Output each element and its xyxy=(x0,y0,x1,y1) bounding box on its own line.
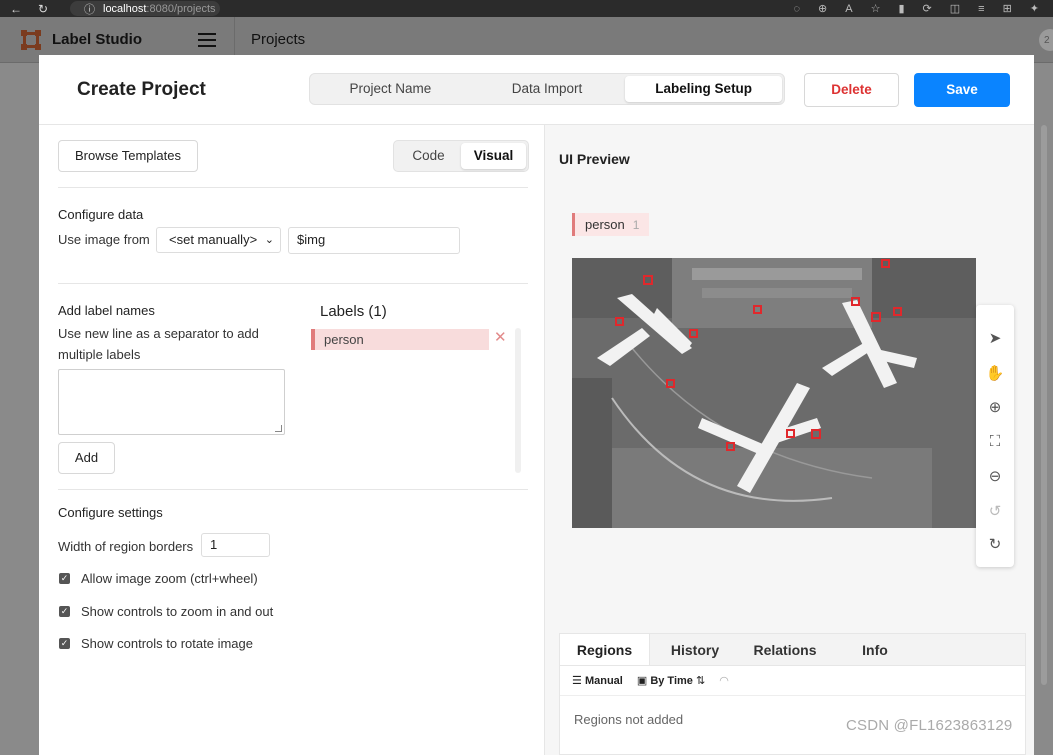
divider xyxy=(58,489,528,490)
pointer-icon[interactable]: ➤ xyxy=(976,329,1014,347)
labels-scrollbar[interactable] xyxy=(515,328,521,473)
logo-icon xyxy=(21,29,41,50)
chevron-down-icon: ⌄ xyxy=(264,234,274,246)
step-labeling-setup[interactable]: Labeling Setup xyxy=(625,76,783,102)
fit-icon[interactable]: ⛶ xyxy=(976,433,1014,450)
tab-history[interactable]: History xyxy=(650,634,740,665)
zoom-option-label: Allow image zoom (ctrl+wheel) xyxy=(81,571,258,586)
step-switcher: Project Name Data Import Labeling Setup xyxy=(309,73,785,105)
modal-header: Create Project Project Name Data Import … xyxy=(39,55,1034,125)
calendar-icon: ▣ xyxy=(636,675,648,687)
labels-title: Labels (1) xyxy=(320,303,387,320)
menu-icon[interactable] xyxy=(198,32,216,47)
zoom-icon[interactable]: ⊕ xyxy=(818,2,827,15)
sort-by-time[interactable]: ▣ By Time ⇅ xyxy=(637,674,705,687)
url-host: localhost xyxy=(103,2,147,15)
rotate-controls-label: Show controls to rotate image xyxy=(81,636,253,651)
refresh-icon[interactable]: ↻ xyxy=(38,2,48,16)
use-image-from-label: Use image from xyxy=(58,232,150,247)
source-select[interactable]: <set manually> ⌄ xyxy=(156,227,281,253)
browse-templates-button[interactable]: Browse Templates xyxy=(58,140,198,172)
create-project-modal: Create Project Project Name Data Import … xyxy=(39,55,1034,755)
save-button[interactable]: Save xyxy=(914,73,1010,107)
border-width-input[interactable]: 1 xyxy=(201,533,270,557)
modal-title: Create Project xyxy=(77,79,206,100)
browser-toolbar: ← ↻ ⓘ localhost:8080/projects ◌ ⊕ A ☆ ▮ … xyxy=(0,0,1053,17)
hand-icon[interactable]: ✋ xyxy=(976,364,1014,382)
configure-settings-title: Configure settings xyxy=(58,505,163,520)
mode-code[interactable]: Code xyxy=(396,143,461,169)
visibility-icon[interactable]: ◠ xyxy=(719,674,729,687)
sort-manual[interactable]: ☰ Manual xyxy=(572,674,623,687)
mode-visual[interactable]: Visual xyxy=(461,143,526,169)
side-tabs: Regions History Relations Info xyxy=(560,634,1025,666)
config-panel: Browse Templates Code Visual Configure d… xyxy=(39,125,545,755)
zoom-checkbox[interactable]: ✓ xyxy=(59,573,70,584)
zoom-controls-checkbox[interactable]: ✓ xyxy=(59,606,70,617)
collections-icon[interactable]: ⊞ xyxy=(1003,2,1012,15)
copilot-icon[interactable]: ✦ xyxy=(1030,2,1039,15)
rotate-left-icon[interactable]: ↺ xyxy=(976,502,1014,520)
preview-label-text: person xyxy=(585,217,625,232)
browser-nav: ← ↻ xyxy=(0,2,60,16)
read-aloud-icon[interactable]: ◌ xyxy=(793,3,800,15)
browser-tools: ◌ ⊕ A ☆ ▮ ⟳ ◫ ≡ ⊞ ✦ xyxy=(793,0,1039,17)
zoom-controls-label: Show controls to zoom in and out xyxy=(81,604,274,619)
image-toolbar: ➤ ✋ ⊕ ⛶ ⊖ ↺ ↻ xyxy=(976,305,1014,567)
delete-button[interactable]: Delete xyxy=(804,73,899,107)
border-width-label: Width of region borders xyxy=(58,539,194,554)
tab-regions[interactable]: Regions xyxy=(560,634,650,665)
app-name: Label Studio xyxy=(52,31,142,48)
variable-input[interactable]: $img xyxy=(288,227,460,254)
divider xyxy=(58,283,528,284)
source-select-value: <set manually> xyxy=(169,232,258,247)
step-project-name[interactable]: Project Name xyxy=(312,76,469,102)
avatar[interactable]: 2 xyxy=(1039,29,1053,51)
address-bar[interactable]: ⓘ localhost:8080/projects xyxy=(70,1,220,16)
zoom-out-icon[interactable]: ⊖ xyxy=(976,467,1014,485)
back-icon[interactable]: ← xyxy=(10,2,22,16)
url-path: :8080/projects xyxy=(146,2,216,15)
airport-image xyxy=(572,258,976,528)
tab-info[interactable]: Info xyxy=(830,634,920,665)
preview-label-chip[interactable]: person 1 xyxy=(572,213,650,236)
rotate-right-icon[interactable]: ↻ xyxy=(976,535,1014,553)
info-icon: ⓘ xyxy=(84,3,95,16)
split-icon[interactable]: ◫ xyxy=(950,2,960,15)
add-label-title: Add label names xyxy=(58,303,155,318)
configure-data-title: Configure data xyxy=(58,207,144,222)
list-icon: ☰ xyxy=(572,675,582,687)
sidebar-icon[interactable]: ▮ xyxy=(898,2,904,15)
zoom-in-icon[interactable]: ⊕ xyxy=(976,398,1014,416)
regions-sort-bar: ☰ Manual ▣ By Time ⇅ ◠ xyxy=(560,666,1025,696)
label-names-textarea[interactable] xyxy=(58,369,285,435)
mode-toggle: Code Visual xyxy=(393,140,529,172)
preview-title: UI Preview xyxy=(559,151,630,167)
step-data-import[interactable]: Data Import xyxy=(469,76,626,102)
font-icon[interactable]: A xyxy=(845,3,852,15)
page-scrollbar[interactable] xyxy=(1041,125,1047,685)
breadcrumb[interactable]: Projects xyxy=(251,31,305,48)
favorites-icon[interactable]: ≡ xyxy=(978,3,984,15)
add-label-button[interactable]: Add xyxy=(58,442,115,474)
rotate-controls-checkbox[interactable]: ✓ xyxy=(59,638,70,649)
preview-panel: UI Preview person 1 ➤ ✋ ⊕ ⛶ ⊖ ↺ ↻ Region… xyxy=(545,125,1034,755)
divider xyxy=(58,187,528,188)
close-icon[interactable]: ✕ xyxy=(494,328,507,346)
add-label-hint: Use new line as a separator to add multi… xyxy=(58,326,259,362)
favorite-icon[interactable]: ☆ xyxy=(871,2,881,15)
preview-image[interactable] xyxy=(572,258,976,528)
sort-icon: ⇅ xyxy=(695,675,706,687)
hotkey-badge: 1 xyxy=(632,218,640,232)
tab-relations[interactable]: Relations xyxy=(740,634,830,665)
regions-panel: Regions History Relations Info ☰ Manual … xyxy=(559,633,1026,755)
watermark: CSDN @FL1623863129 xyxy=(846,717,1013,734)
label-item[interactable]: person xyxy=(311,329,489,350)
extensions-icon[interactable]: ⟳ xyxy=(923,2,932,15)
